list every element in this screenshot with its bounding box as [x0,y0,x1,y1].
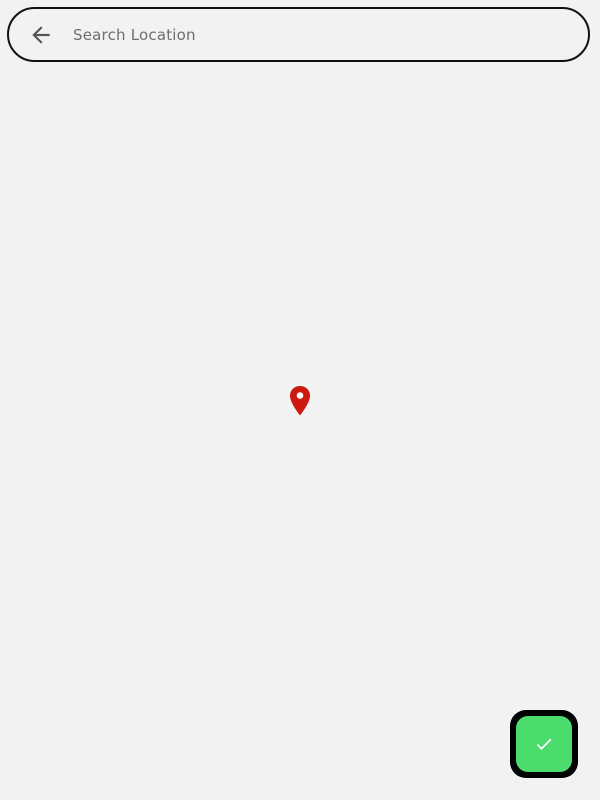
map-pin [288,385,312,417]
search-bar [7,7,590,62]
back-button[interactable] [28,22,54,48]
map-area[interactable] [0,70,600,800]
search-input[interactable] [73,19,573,51]
check-icon [536,738,552,750]
location-picker-screen [0,0,600,800]
confirm-button-face [516,716,572,772]
map-pin-icon [290,386,310,416]
confirm-location-button[interactable] [510,710,578,778]
arrow-back-icon [32,26,50,44]
